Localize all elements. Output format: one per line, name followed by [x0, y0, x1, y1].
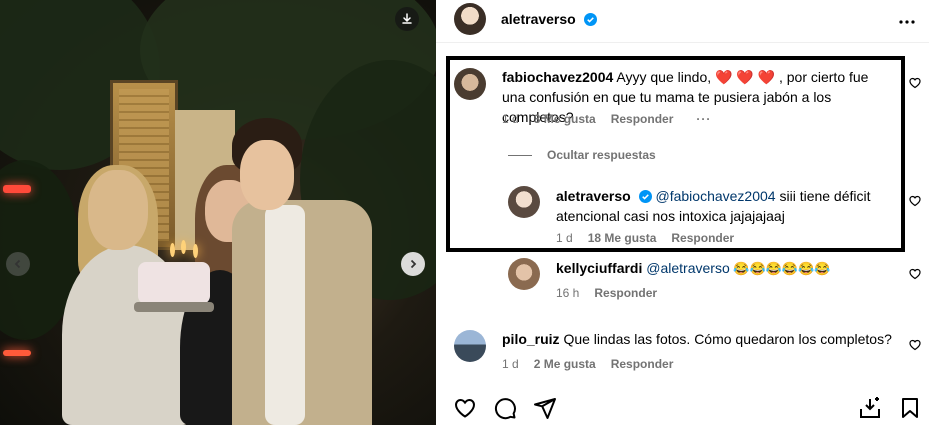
post-header: aletraverso	[436, 0, 929, 37]
comment-username[interactable]: kellyciuffardi	[556, 260, 642, 276]
commenter-avatar[interactable]	[454, 330, 486, 362]
hide-replies-button[interactable]: Ocultar respuestas	[508, 148, 656, 162]
commenter-avatar[interactable]	[508, 258, 540, 290]
more-horizontal-icon[interactable]	[898, 12, 916, 30]
comment-likes[interactable]: 18 Me gusta	[588, 231, 657, 245]
comment-time[interactable]: 16 h	[556, 286, 579, 300]
comment-likes[interactable]: 2 Me gusta	[534, 357, 596, 371]
save-to-collection-icon[interactable]	[858, 396, 882, 420]
comment-time[interactable]: 1 d	[502, 112, 519, 126]
reply-button[interactable]: Responder	[611, 357, 674, 371]
comment-meta: 1 d 18 Me gusta Responder	[556, 231, 734, 245]
reply-button[interactable]: Responder	[671, 231, 734, 245]
birthday-cake	[134, 262, 214, 312]
chevron-right-icon[interactable]	[401, 252, 425, 276]
comment-meta: 1 d 2 Me gusta Responder	[502, 357, 673, 371]
reply-button[interactable]: Responder	[594, 286, 657, 300]
comment-time[interactable]: 1 d	[556, 231, 573, 245]
comment-username[interactable]: aletraverso	[556, 188, 631, 204]
heart-icon[interactable]	[909, 268, 921, 280]
comment-username[interactable]: pilo_ruiz	[502, 331, 560, 347]
heart-icon[interactable]	[909, 339, 921, 351]
chevron-left-icon[interactable]	[6, 252, 30, 276]
post-modal: aletraverso fabiochavez2004 Ayyy que lin…	[0, 0, 929, 425]
send-icon[interactable]	[533, 396, 557, 420]
download-icon[interactable]	[395, 7, 419, 31]
bookmark-icon[interactable]	[898, 396, 922, 420]
verified-badge-icon	[638, 190, 652, 203]
comments-panel: aletraverso fabiochavez2004 Ayyy que lin…	[436, 0, 929, 425]
author-avatar[interactable]	[454, 3, 486, 35]
hide-replies-label: Ocultar respuestas	[547, 148, 656, 162]
comment-icon[interactable]	[493, 396, 517, 420]
comment-text: Que lindas las fotos. Cómo quedaron los …	[563, 331, 892, 347]
commenter-avatar[interactable]	[508, 186, 540, 218]
heart-icon[interactable]	[453, 396, 477, 420]
heart-icon[interactable]	[909, 195, 921, 207]
verified-badge-icon	[583, 13, 597, 26]
post-photo	[0, 0, 436, 425]
action-bar	[436, 390, 929, 425]
comment-meta: 1 d 3 Me gusta Responder ···	[502, 112, 711, 126]
comment-likes[interactable]: 3 Me gusta	[534, 112, 596, 126]
author-username[interactable]: aletraverso	[501, 11, 576, 27]
comment-mention[interactable]: @fabiochavez2004	[656, 188, 776, 204]
heart-icon[interactable]	[909, 77, 921, 89]
reply-button[interactable]: Responder	[611, 112, 674, 126]
commenter-avatar[interactable]	[454, 68, 486, 100]
comment-time[interactable]: 1 d	[502, 357, 519, 371]
comment-options-icon[interactable]: ···	[696, 112, 711, 126]
comment-meta: 16 h Responder	[556, 286, 657, 300]
comment-mention[interactable]: @aletraverso	[646, 260, 729, 276]
comment-username[interactable]: fabiochavez2004	[502, 69, 613, 85]
comment-text: 😂😂😂😂😂😂	[729, 261, 831, 276]
divider	[436, 42, 929, 43]
